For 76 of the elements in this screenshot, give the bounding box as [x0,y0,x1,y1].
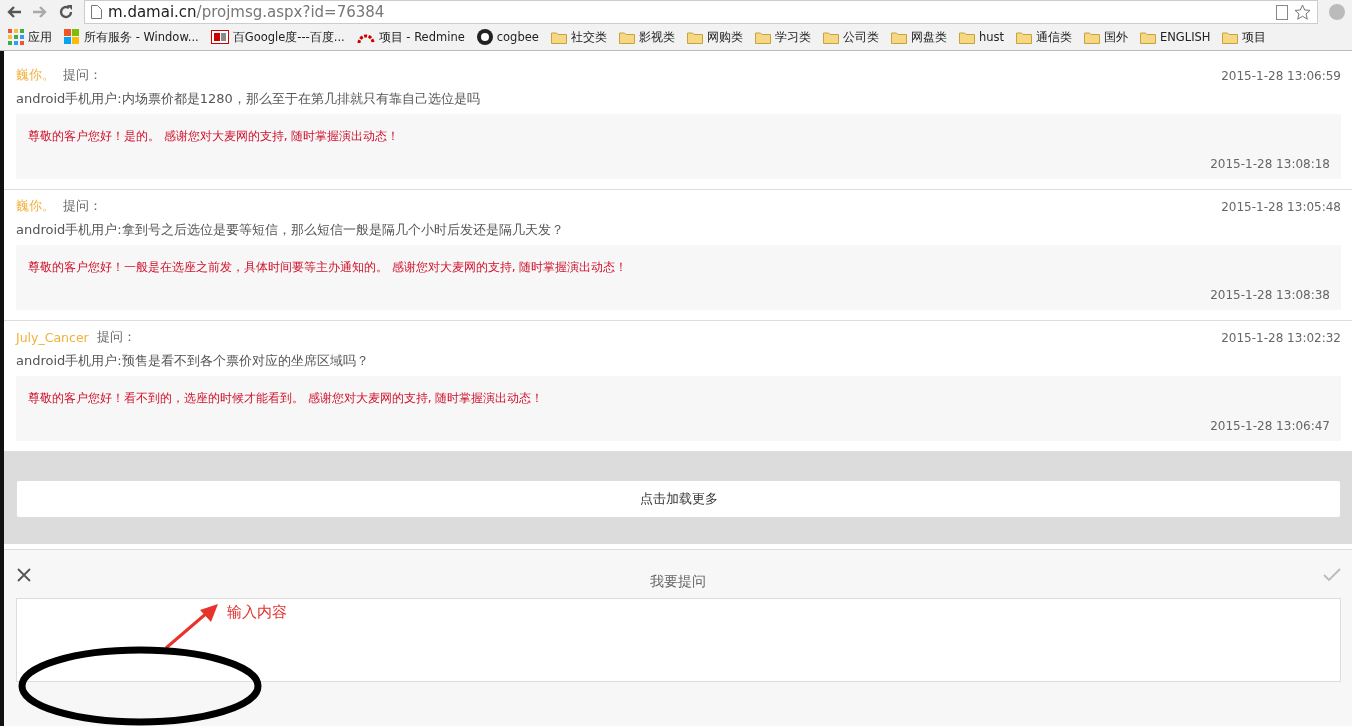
bookmark-label: 社交类 [570,29,607,45]
composer-title: 我要提问 [648,572,707,591]
bookmark-label: 国外 [1103,29,1128,45]
bookmark[interactable]: 网盘类 [890,29,947,45]
question-input-field[interactable] [16,598,1341,682]
folder-icon [686,30,703,44]
close-icon[interactable] [16,567,32,583]
check-icon[interactable] [1323,568,1341,582]
reply-text: 尊敬的客户您好！看不到的，选座的时候才能看到。 感谢您对大麦网的支持, 随时掌握演出动态！ [28,390,545,407]
reply-time: 2015-1-28 13:08:18 [1210,157,1330,171]
bookmark-label: 应用 [28,29,52,45]
load-more-button[interactable]: 点击加载更多 [16,480,1341,518]
folder-icon [1222,30,1239,44]
bookmark-label: ENGLISH [1159,30,1211,44]
page-icon [91,5,102,19]
reload-icon[interactable] [58,4,74,20]
question-text: android手机用户:拿到号之后选位是要等短信，那么短信一般是隔几个小时后发还是隔几天发？ [16,221,565,239]
folder-icon [1083,30,1100,44]
bookmark-label: 学习类 [774,29,811,45]
user-name: 巍你。 [16,198,55,215]
user-name: 巍你。 [16,67,55,84]
address-bar[interactable]: m.damai.cn/projmsg.aspx?id=76384 [84,0,1318,24]
question-time: 2015-1-28 13:02:32 [1221,330,1341,345]
bookmark-label: 项目 [1242,29,1267,45]
page-code-icon [1276,4,1288,20]
bookmark[interactable]: 公司类 [822,29,879,45]
bookmark-label: cogbee [496,30,539,44]
bookmark-label: 公司类 [842,29,879,45]
bookmark-label: 网购类 [706,29,743,45]
annotation-arrow [164,602,220,650]
star-icon[interactable] [1294,3,1311,21]
folder-icon [618,30,635,44]
folder-icon [1139,30,1156,44]
folder-icon [958,30,975,44]
reply-time: 2015-1-28 13:08:38 [1210,288,1330,302]
folder-icon [550,30,567,44]
bookmark[interactable]: 项目 - Redmine [356,29,465,45]
question-time: 2015-1-28 13:06:59 [1221,68,1341,83]
ask-label: 提问： [63,198,103,215]
ask-label: 提问： [63,67,103,84]
back-icon[interactable] [6,5,22,19]
reply-time: 2015-1-28 13:06:47 [1210,419,1330,433]
bookmark-label: 项目 - Redmine [378,29,465,45]
bookmark[interactable]: 网购类 [686,29,743,45]
bookmark-label: 网盘类 [910,29,947,45]
bookmark[interactable]: 项目 [1222,29,1267,45]
bookmark[interactable]: hust [958,30,1004,44]
reply-text: 尊敬的客户您好！是的。 感谢您对大麦网的支持, 随时掌握演出动态！ [28,128,401,145]
user-name: July_Cancer [16,330,89,345]
bookmark-label: 百Google度---百度... [232,29,345,45]
forward-icon[interactable] [32,5,48,19]
folder-icon [1015,30,1032,44]
bookmark[interactable]: 学习类 [754,29,811,45]
ask-label: 提问： [96,329,137,346]
bookmark[interactable]: 国外 [1083,29,1128,45]
question-text: android手机用户:内场票价都是1280，那么至于在第几排就只有靠自己选位是吗 [16,90,481,108]
bookmark[interactable]: 社交类 [550,29,607,45]
annotation-label: 输入内容 [227,603,287,622]
bookmark-label: hust [978,30,1004,44]
bookmark[interactable]: ENGLISH [1139,30,1211,44]
folder-icon [890,30,907,44]
windows-logo-icon [64,29,80,45]
bookmark-label: 影视类 [638,29,675,45]
question-time: 2015-1-28 13:05:48 [1221,199,1341,214]
bookmark[interactable]: 通信类 [1015,29,1072,45]
reply-text: 尊敬的客户您好！一般是在选座之前发，具体时间要等主办通知的。 感谢您对大麦网的支持, 随时掌握演出动态！ [28,259,629,276]
apps-grid-icon [8,29,24,45]
bookmark[interactable]: 影视类 [618,29,675,45]
folder-icon [822,30,839,44]
question-text: android手机用户:预售是看不到各个票价对应的坐席区域吗？ [16,352,370,370]
folder-icon [754,30,771,44]
bookmark-label: 通信类 [1035,29,1072,45]
bookmark[interactable]: cogbee [476,29,539,45]
bookmark[interactable]: 应用 [8,29,52,45]
bc-logo-icon [210,30,229,44]
bookmark[interactable]: 百Google度---百度... [210,29,345,45]
